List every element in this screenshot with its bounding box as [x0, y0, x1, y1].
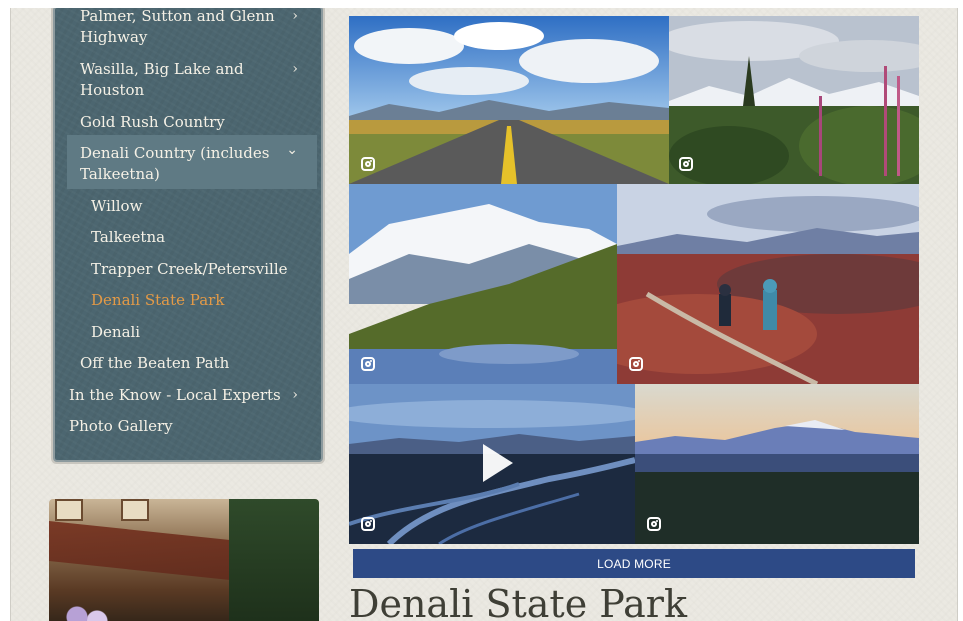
gallery-tile-denali-reflection[interactable] [349, 184, 617, 384]
sidebar-item-in-the-know[interactable]: In the Know - Local Experts › [69, 385, 298, 406]
sidebar-item-label: Trapper Creek/Petersville [91, 260, 288, 278]
denali-dusk-scene [635, 384, 919, 544]
lodge-window [121, 499, 149, 521]
sidebar-item-label: Denali [91, 323, 141, 341]
sidebar-item-label: Off the Beaten Path [80, 354, 230, 372]
sidebar-item-label: Houston [80, 81, 145, 99]
lodge-trees [229, 499, 319, 621]
gallery-tile-river-video[interactable] [349, 384, 635, 544]
sidebar-item-label: Talkeetna [91, 228, 166, 246]
sidebar-item-label: Palmer, Sutton and Glenn [80, 8, 275, 25]
hikers-scene [617, 184, 919, 384]
sidebar-item-label: Gold Rush Country [80, 113, 225, 131]
gallery-tile-hikers[interactable] [617, 184, 919, 384]
sidebar-item-label: Denali State Park [91, 291, 225, 309]
instagram-icon [361, 517, 375, 531]
sidebar-item-palmer-sutton[interactable]: Palmer, Sutton and Glenn Highway › [80, 8, 298, 48]
sidebar-item-off-beaten-path[interactable]: Off the Beaten Path [80, 353, 229, 374]
sidebar-item-denali-country[interactable]: Denali Country (includes Talkeetna) ⌄ [80, 140, 298, 185]
sidebar-item-denali-state-park[interactable]: Denali State Park [91, 290, 224, 311]
instagram-icon [679, 157, 693, 171]
instagram-icon [647, 517, 661, 531]
chevron-right-icon[interactable]: › [292, 8, 298, 27]
chevron-right-icon[interactable]: › [292, 385, 298, 406]
sidebar-item-wasilla[interactable]: Wasilla, Big Lake and Houston › [80, 59, 298, 101]
instagram-icon [361, 357, 375, 371]
sidebar-item-label: Photo Gallery [69, 417, 173, 435]
load-more-button[interactable]: LOAD MORE [353, 549, 915, 578]
sidebar-item-label: Highway [80, 28, 148, 46]
page-title: Denali State Park [349, 582, 687, 621]
chevron-down-icon[interactable]: ⌄ [286, 140, 298, 161]
lodge-flowers [57, 599, 117, 621]
gallery-tile-highway[interactable] [349, 16, 669, 184]
sidebar-nav: Palmer, Sutton and Glenn Highway › Wasil… [55, 8, 321, 460]
instagram-icon [361, 157, 375, 171]
gallery-tile-fireweed[interactable] [669, 16, 919, 184]
sidebar-item-trapper-creek[interactable]: Trapper Creek/Petersville [91, 259, 288, 280]
play-icon[interactable] [483, 444, 513, 482]
highway-scene [349, 16, 669, 184]
chevron-right-icon[interactable]: › [292, 59, 298, 80]
denali-reflection-scene [349, 184, 617, 384]
sidebar-item-label: Willow [91, 197, 143, 215]
lodge-window [55, 499, 83, 521]
sidebar-item-talkeetna[interactable]: Talkeetna [91, 227, 165, 248]
gallery-tile-denali-dusk[interactable] [635, 384, 919, 544]
sidebar-item-photo-gallery[interactable]: Photo Gallery [69, 416, 173, 437]
sidebar-item-label: Denali Country (includes [80, 144, 270, 162]
sidebar-item-willow[interactable]: Willow [91, 196, 142, 217]
fireweed-scene [669, 16, 919, 184]
sidebar-item-label: Wasilla, Big Lake and [80, 60, 244, 78]
sidebar-item-label: In the Know - Local Experts [69, 386, 281, 404]
sidebar-item-label: Talkeetna) [80, 165, 160, 183]
lodge-photo[interactable] [49, 499, 319, 621]
instagram-icon [629, 357, 643, 371]
sidebar-item-denali[interactable]: Denali [91, 322, 140, 343]
sidebar-item-gold-rush[interactable]: Gold Rush Country [80, 112, 298, 133]
page-frame: Palmer, Sutton and Glenn Highway › Wasil… [10, 8, 958, 621]
